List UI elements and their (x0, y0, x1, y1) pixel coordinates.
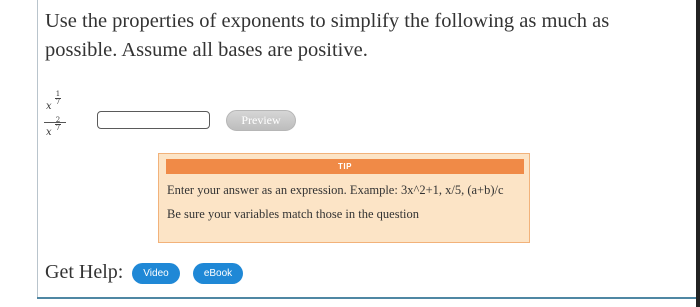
numerator-exponent-top: 1 (55, 90, 61, 98)
denominator-exponent-top: 2 (55, 116, 61, 124)
numerator-exponent-bottom: 7 (55, 98, 61, 106)
video-button[interactable]: Video (132, 263, 180, 284)
math-expression: x 1 7 x 2 7 = (44, 91, 104, 145)
tip-line-format: Enter your answer as an expression. Exam… (167, 183, 504, 197)
tip-box: TIP Enter your answer as an expression. … (158, 153, 530, 243)
tip-header: TIP (166, 159, 524, 174)
answer-input[interactable] (97, 111, 210, 129)
numerator-exponent: 1 7 (54, 91, 62, 106)
denominator-exponent-bottom: 7 (55, 124, 61, 132)
question-text: Use the properties of exponents to simpl… (45, 10, 610, 61)
panel-bottom-border (37, 297, 700, 299)
window-edge (696, 0, 700, 307)
fraction: x 1 7 x 2 7 (44, 91, 72, 145)
denominator-base: x (46, 127, 52, 138)
numerator-base: x (46, 101, 52, 112)
tip-line-variables: Be sure your variables match those in th… (167, 207, 420, 221)
ebook-button[interactable]: eBook (193, 263, 243, 284)
denominator-exponent: 2 7 (54, 117, 62, 132)
preview-button[interactable]: Preview (226, 110, 296, 131)
get-help-label: Get Help: (45, 261, 124, 283)
